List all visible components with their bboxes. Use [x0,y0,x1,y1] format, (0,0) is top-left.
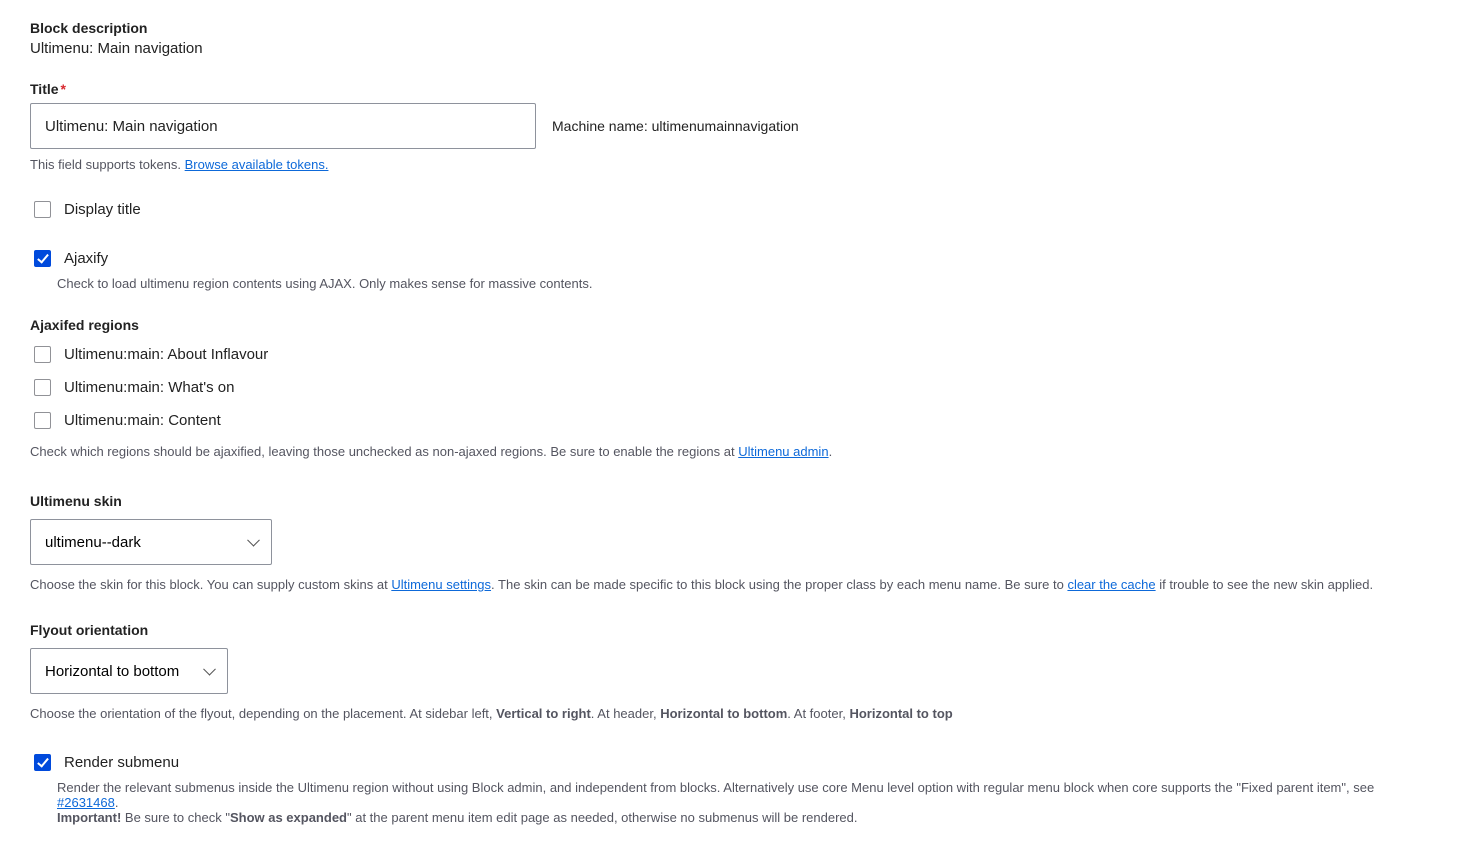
skin-help-pre: Choose the skin for this block. You can … [30,577,391,592]
skin-help: Choose the skin for this block. You can … [30,577,1431,592]
browse-tokens-link[interactable]: Browse available tokens. [185,157,329,172]
ajaxify-help: Check to load ultimenu region contents u… [57,276,1431,291]
ajaxify-checkbox[interactable] [34,250,51,267]
region-whatson-label: Ultimenu:main: What's on [64,379,234,396]
ultimenu-settings-link[interactable]: Ultimenu settings [391,577,491,592]
region-content-checkbox[interactable] [34,412,51,429]
clear-cache-link[interactable]: clear the cache [1067,577,1155,592]
flyout-bold2: Horizontal to bottom [660,706,787,721]
skin-label: Ultimenu skin [30,493,1431,509]
flyout-bold3: Horizontal to top [849,706,952,721]
flyout-bold1: Vertical to right [496,706,591,721]
machine-name-value: ultimenumainnavigation [652,118,799,134]
region-about-checkbox[interactable] [34,346,51,363]
skin-help-post: if trouble to see the new skin applied. [1156,577,1374,592]
skin-select[interactable]: ultimenu--dark [30,519,272,565]
ajaxified-regions-label: Ajaxifed regions [30,317,1431,333]
title-label: Title* [30,81,1431,97]
title-help: This field supports tokens. Browse avail… [30,157,1431,172]
issue-link[interactable]: #2631468 [57,795,115,810]
render-submenu-label: Render submenu [64,754,179,771]
region-about-label: Ultimenu:main: About Inflavour [64,346,268,363]
ultimenu-admin-link[interactable]: Ultimenu admin [738,444,828,459]
flyout-label: Flyout orientation [30,622,1431,638]
title-label-text: Title [30,81,59,97]
important-bold: Show as expanded [230,810,347,825]
flyout-help-pre: Choose the orientation of the flyout, de… [30,706,496,721]
ajaxified-regions-help-text: Check which regions should be ajaxified,… [30,444,738,459]
ajaxified-regions-help-post: . [829,444,833,459]
important-label: Important! [57,810,121,825]
render-submenu-help-pre: Render the relevant submenus inside the … [57,780,1374,795]
flyout-select[interactable]: Horizontal to bottom [30,648,228,694]
render-submenu-help: Render the relevant submenus inside the … [57,780,1431,825]
block-description-label: Block description [30,20,1431,36]
title-input[interactable] [30,103,536,149]
skin-help-mid: . The skin can be made specific to this … [491,577,1067,592]
region-content-label: Ultimenu:main: Content [64,412,221,429]
flyout-mid2: . At footer, [787,706,849,721]
render-submenu-help-post: . [115,795,119,810]
flyout-help: Choose the orientation of the flyout, de… [30,706,1431,721]
machine-name: Machine name: ultimenumainnavigation [552,118,799,134]
display-title-label: Display title [64,201,141,218]
display-title-checkbox[interactable] [34,201,51,218]
title-help-text: This field supports tokens. [30,157,185,172]
ajaxify-label: Ajaxify [64,250,108,267]
region-whatson-checkbox[interactable] [34,379,51,396]
required-mark: * [61,81,66,97]
flyout-mid1: . At header, [591,706,660,721]
block-description-value: Ultimenu: Main navigation [30,40,1431,57]
important-pre: Be sure to check " [121,810,230,825]
render-submenu-checkbox[interactable] [34,754,51,771]
machine-name-label: Machine name: [552,118,652,134]
important-post: " at the parent menu item edit page as n… [347,810,858,825]
ajaxified-regions-help: Check which regions should be ajaxified,… [30,444,1431,459]
